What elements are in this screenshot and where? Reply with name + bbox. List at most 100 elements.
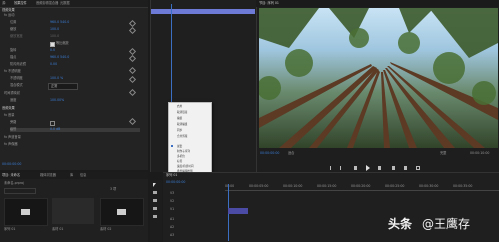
timeline-ruler[interactable]: 00:00 00:00:05:00 00:00:10:00 00:00:15:0… (225, 184, 499, 191)
effect-value-flicker[interactable]: 0.00 (50, 62, 57, 67)
timeline-clip-v1[interactable] (228, 208, 248, 214)
tab-source[interactable]: 源: (2, 1, 6, 6)
effect-row-channel-volume[interactable]: fx 声道音量 (4, 135, 21, 140)
forest-image (259, 8, 498, 148)
keyframe-toggle-icon[interactable] (128, 66, 137, 75)
program-duration: 00:00:10:00 (470, 151, 490, 155)
effect-row-flicker[interactable]: 防闪烁滤镜 (10, 62, 26, 67)
menu-item-unlink[interactable]: 取消链接 (177, 111, 187, 115)
export-frame-icon[interactable] (416, 166, 420, 170)
tab-program[interactable]: 节目: 序列 01 (259, 1, 279, 6)
menu-item-merge[interactable]: 合并剪辑 (177, 135, 187, 139)
program-resolution-dropdown[interactable]: 完整 (440, 151, 446, 156)
menu-item-nest[interactable]: 嵌套 (177, 145, 182, 149)
program-tabbar: 节目: 序列 01 (256, 0, 499, 7)
ripple-edit-tool-icon[interactable] (153, 199, 157, 202)
lift-icon[interactable] (392, 166, 395, 170)
effect-row-blend[interactable]: 混合模式 (10, 83, 23, 88)
effect-value-speed[interactable]: 100.00% (50, 98, 64, 103)
tab-metadata[interactable]: 元数据 (60, 1, 70, 6)
tools-strip (150, 180, 162, 241)
effect-row-anchor[interactable]: 锚点 (10, 55, 16, 60)
effect-controls-tabbar: 源: 效果控件 音频剪辑混合器 元数据 (0, 0, 148, 8)
track-label-v2[interactable]: V2 (170, 199, 174, 204)
timeline-timecode[interactable]: 00:00:00:00 (166, 180, 185, 185)
menu-item-ungroup[interactable]: 取消编组 (177, 123, 187, 127)
program-fit-dropdown[interactable]: 适合 (288, 151, 294, 156)
menu-item-enable[interactable]: 启用 (177, 105, 182, 109)
project-item-thumb[interactable] (52, 198, 94, 224)
selection-tool-icon[interactable] (153, 183, 156, 187)
effect-value-rotation[interactable]: 0.0 (50, 48, 55, 53)
tab-effect-controls[interactable]: 效果控件 (14, 1, 27, 6)
razor-tool-icon[interactable] (153, 207, 157, 210)
bypass-checkbox[interactable] (50, 121, 55, 126)
menu-checkmark-icon (171, 145, 173, 147)
effect-row-time-remap[interactable]: 时间重映射 (4, 91, 20, 96)
effect-row-opacity[interactable]: fx 不透明度 (4, 69, 21, 74)
keyframe-toggle-icon[interactable] (128, 26, 137, 35)
menu-item-speed[interactable]: 速度/持续时间 (177, 165, 193, 169)
project-item-thumb[interactable] (4, 198, 48, 226)
track-label-a1[interactable]: A1 (170, 217, 174, 222)
effect-value-level[interactable]: 0.0 dB (50, 127, 60, 132)
effect-row-rotation[interactable]: 旋转 (10, 48, 16, 53)
track-label-v3[interactable]: V3 (170, 191, 174, 196)
timeline-tab[interactable]: 序列 01 (166, 173, 177, 178)
effect-value-scale-width[interactable]: 100.0 (50, 34, 59, 39)
track-select-tool-icon[interactable] (153, 191, 157, 194)
track-label-v1[interactable]: V1 (170, 207, 174, 212)
ruler-tick: 00:00:15:00 (317, 184, 337, 188)
effect-row-panner[interactable]: fx 声像器 (4, 142, 18, 147)
effect-value-opacity[interactable]: 100.0 % (50, 76, 63, 81)
effect-row-speed[interactable]: 速度 (10, 98, 16, 103)
pen-tool-icon[interactable] (153, 215, 157, 218)
project-item-label: 序列 01 (4, 227, 16, 231)
track-label-a2[interactable]: A2 (170, 225, 174, 230)
effect-row-bypass[interactable]: 旁路 (10, 120, 16, 125)
mark-out-icon[interactable] (340, 166, 341, 170)
keyframe-toggle-icon[interactable] (128, 88, 137, 97)
effect-row-scale-width[interactable]: 缩放宽度 (10, 34, 23, 39)
ruler-tick: 00:00:25:00 (385, 184, 405, 188)
tab-project[interactable]: 项目: 未命名 (2, 173, 20, 178)
step-back-icon[interactable] (354, 166, 357, 170)
ruler-tick: 00:00:30:00 (419, 184, 439, 188)
effect-value-position[interactable]: 960.0 540.0 (50, 20, 69, 25)
keyframe-toggle-icon[interactable] (128, 54, 137, 63)
effect-row-opacity-value[interactable]: 不透明度 (10, 76, 23, 81)
effect-controls-timecode[interactable]: 00:00:00:00 (2, 162, 21, 167)
keyframe-toggle-icon[interactable] (128, 75, 137, 84)
source-clip-bar[interactable] (151, 9, 255, 14)
tab-audio-mixer[interactable]: 音频剪辑混合器 (36, 1, 58, 6)
ruler-tick: 00:00:05:00 (249, 184, 269, 188)
menu-item-multicam[interactable]: 多机位 (177, 155, 185, 159)
effect-row-motion[interactable]: fx 运动 (4, 13, 14, 18)
menu-item-group[interactable]: 编组 (177, 117, 182, 121)
menu-item-subsequence[interactable]: 制作子序列 (177, 150, 190, 154)
mark-in-icon[interactable] (330, 166, 331, 170)
uniform-scale-checkbox[interactable] (50, 42, 55, 47)
effect-value-anchor[interactable]: 960.0 540.0 (50, 55, 69, 60)
effect-row-position[interactable]: 位置 (10, 20, 16, 25)
effect-row-volume[interactable]: fx 音量 (4, 113, 14, 118)
menu-item-sync[interactable]: 同步 (177, 129, 182, 133)
project-item-thumb[interactable] (100, 198, 144, 226)
folder-icon (21, 209, 30, 215)
effect-value-scale[interactable]: 100.0 (50, 27, 59, 32)
extract-icon[interactable] (404, 166, 407, 170)
step-forward-icon[interactable] (378, 166, 381, 170)
blend-mode-dropdown[interactable]: 正常 (48, 83, 78, 90)
program-timecode[interactable]: 00:00:00:00 (260, 151, 279, 156)
tab-libraries[interactable]: 库 (70, 173, 73, 178)
menu-item-label[interactable]: 标签 (177, 160, 182, 164)
project-search-input[interactable] (4, 188, 36, 194)
keyframe-toggle-icon[interactable] (128, 117, 137, 126)
watermark-handle: @王鹰存 (422, 217, 471, 231)
effect-row-scale[interactable]: 缩放 (10, 27, 16, 32)
tab-media-browser[interactable]: 媒体浏览器 (40, 173, 56, 178)
track-label-a3[interactable]: A3 (170, 233, 174, 238)
tab-info[interactable]: 信息 (80, 173, 86, 178)
play-icon[interactable] (366, 165, 370, 171)
program-video-frame (259, 8, 498, 148)
